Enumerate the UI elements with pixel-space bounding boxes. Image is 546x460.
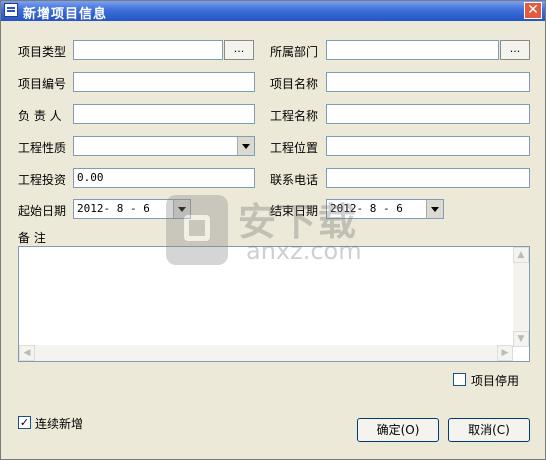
dialog-window: 新增项目信息 ✕ 项目类型 ... 所属部门 ... 项目编号 项目名称 负 责…	[0, 0, 546, 460]
investment-label: 工程投资	[18, 173, 67, 187]
project-name-field[interactable]	[326, 72, 530, 92]
scroll-left-icon[interactable]: ◀	[19, 345, 35, 361]
title-bar[interactable]: 新增项目信息 ✕	[1, 1, 545, 22]
engineering-location-field[interactable]	[326, 136, 530, 156]
horizontal-scrollbar[interactable]: ◀ ▶	[19, 345, 513, 361]
project-disabled-checkbox[interactable]	[453, 373, 466, 386]
watermark: 安下载 anxz.com	[166, 189, 386, 279]
scroll-up-icon[interactable]: ▲	[513, 247, 529, 263]
watermark-text-en: anxz.com	[246, 237, 362, 265]
vertical-scrollbar[interactable]: ▲ ▼	[513, 247, 529, 347]
project-type-browse-button[interactable]: ...	[224, 40, 254, 60]
engineering-nature-label: 工程性质	[18, 141, 67, 155]
dropdown-arrow-icon[interactable]	[426, 200, 443, 218]
engineering-nature-select[interactable]	[73, 136, 255, 156]
start-date-value: 2012- 8 - 6	[77, 202, 150, 215]
app-icon	[4, 3, 18, 17]
phone-label: 联系电话	[270, 173, 319, 187]
watermark-logo-icon	[166, 195, 228, 265]
project-type-label: 项目类型	[18, 45, 67, 59]
ok-button[interactable]: 确定(O)	[357, 418, 439, 442]
project-name-label: 项目名称	[270, 77, 319, 91]
window-title: 新增项目信息	[23, 7, 108, 22]
engineering-location-label: 工程位置	[270, 141, 319, 155]
project-code-label: 项目编号	[18, 77, 67, 91]
project-type-field[interactable]	[73, 40, 223, 60]
scroll-right-icon[interactable]: ▶	[497, 345, 513, 361]
investment-field[interactable]: 0.00	[73, 168, 255, 188]
continuous-add-label: 连续新增	[35, 417, 84, 431]
scroll-down-icon[interactable]: ▼	[513, 331, 529, 347]
engineering-name-field[interactable]	[326, 104, 530, 124]
department-browse-button[interactable]: ...	[500, 40, 530, 60]
department-field[interactable]	[326, 40, 499, 60]
continuous-add-checkbox[interactable]: ✓	[18, 416, 31, 429]
close-button[interactable]: ✕	[524, 2, 542, 19]
cancel-button[interactable]: 取消(C)	[448, 418, 530, 442]
project-disabled-label: 项目停用	[471, 374, 520, 388]
department-label: 所属部门	[270, 45, 319, 59]
phone-field[interactable]	[326, 168, 530, 188]
start-date-label: 起始日期	[18, 204, 67, 218]
dropdown-arrow-icon[interactable]	[237, 137, 254, 155]
manager-label: 负 责 人	[18, 109, 62, 123]
project-code-field[interactable]	[73, 72, 255, 92]
remarks-label: 备 注	[18, 231, 46, 245]
engineering-name-label: 工程名称	[270, 109, 319, 123]
manager-field[interactable]	[73, 104, 255, 124]
